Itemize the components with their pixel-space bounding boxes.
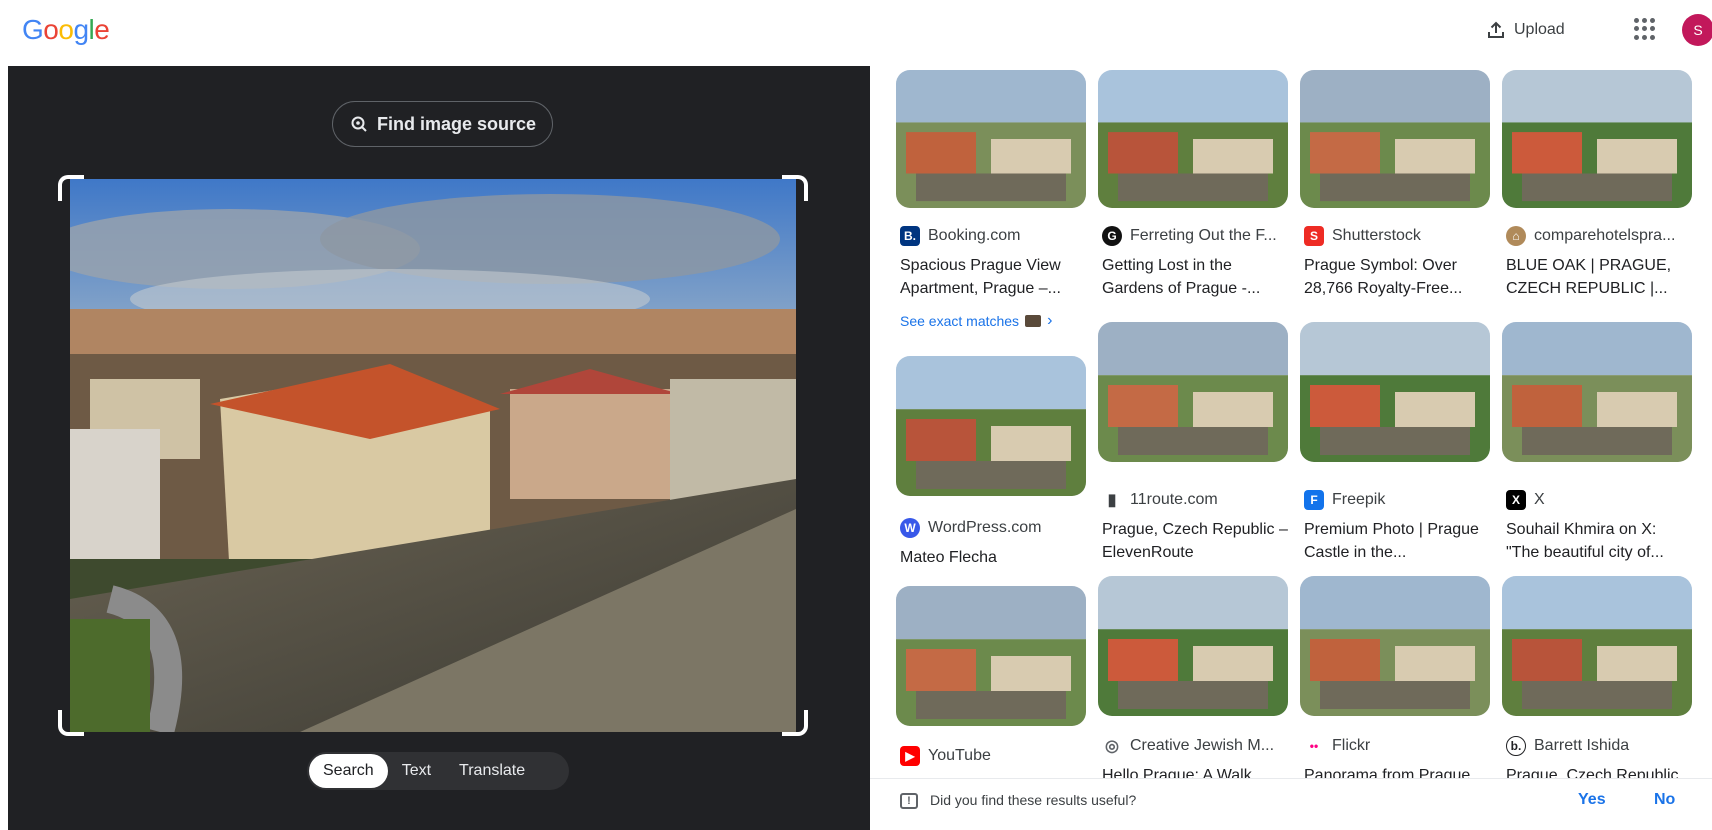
booking-icon: B. (900, 226, 920, 246)
top-bar: Google Upload S (0, 0, 1712, 66)
crop-handle-bottom-left[interactable] (58, 710, 84, 736)
youtube-icon: ▶ (900, 746, 920, 766)
result-title[interactable]: Prague, Czech Republic (1506, 764, 1692, 778)
crop-selection[interactable] (58, 175, 808, 736)
crop-handle-bottom-right[interactable] (782, 710, 808, 736)
result-thumbnail[interactable] (896, 586, 1086, 726)
feedback-bar: ! Did you find these results useful? Yes… (870, 778, 1712, 830)
barrett-icon: b. (1506, 736, 1526, 756)
lens-mode-switcher: Search Text Translate (307, 752, 569, 790)
result-source-label: X (1534, 491, 1545, 508)
feedback-yes-button[interactable]: Yes (1578, 791, 1606, 809)
wordpress-icon: W (900, 518, 920, 538)
feedback-question: Did you find these results useful? (930, 792, 1137, 808)
upload-icon (1488, 21, 1504, 38)
result-source[interactable]: •• Flickr (1304, 736, 1490, 756)
result-title[interactable]: BLUE OAK | PRAGUE, CZECH REPUBLIC |... (1506, 254, 1692, 300)
route-icon: ▮ (1107, 492, 1117, 509)
result-source[interactable]: ◎ Creative Jewish M... (1102, 736, 1288, 756)
logo-letter: e (94, 14, 110, 45)
logo-letter: G (22, 14, 44, 45)
apps-grid-icon[interactable] (1634, 18, 1656, 40)
mode-search[interactable]: Search (309, 754, 388, 788)
result-thumbnail[interactable] (1502, 70, 1692, 208)
lens-panel: Find image source Search Text Translate (8, 66, 870, 830)
result-source[interactable]: G Ferreting Out the F... (1102, 226, 1288, 246)
google-logo[interactable]: Google (22, 14, 110, 46)
result-title[interactable]: Spacious Prague View Apartment, Prague –… (900, 254, 1086, 300)
result-source-label: Freepik (1332, 491, 1386, 508)
result-source[interactable]: XX (1506, 490, 1692, 510)
lens-search-icon (351, 116, 367, 132)
shutterstock-icon: S (1304, 226, 1324, 246)
freepik-icon: F (1304, 490, 1324, 510)
find-image-source-button[interactable]: Find image source (332, 101, 553, 147)
result-source-label: Ferreting Out the F... (1130, 227, 1277, 244)
mode-text[interactable]: Text (388, 754, 445, 788)
result-title[interactable]: Mateo Flecha (900, 546, 1086, 569)
result-thumbnail[interactable] (1300, 70, 1490, 208)
result-source-label: Shutterstock (1332, 227, 1421, 244)
ferreting-icon: G (1102, 226, 1122, 246)
result-source[interactable]: ▮ 11route.com (1102, 490, 1288, 510)
result-source-label: Flickr (1332, 737, 1371, 754)
result-title[interactable]: Getting Lost in the Gardens of Prague -.… (1102, 254, 1288, 300)
result-source-label: Barrett Ishida (1534, 737, 1630, 754)
globe-icon: ◎ (1105, 738, 1119, 755)
logo-letter: o (58, 14, 74, 45)
upload-label: Upload (1514, 21, 1565, 38)
avatar[interactable]: S (1682, 14, 1712, 46)
result-thumbnail[interactable] (1300, 576, 1490, 716)
find-image-source-label: Find image source (376, 113, 537, 134)
result-title[interactable]: Hello Prague: A Walk (1102, 764, 1288, 778)
result-source[interactable]: ▶ YouTube (900, 746, 1086, 766)
result-source[interactable]: B. Booking.com (900, 226, 1086, 246)
comparehotels-icon: ⌂ (1506, 226, 1526, 246)
crop-handle-top-right[interactable] (782, 175, 808, 201)
query-image (70, 179, 796, 732)
chevron-right-icon: › (1047, 312, 1053, 329)
see-exact-matches-label: See exact matches (900, 313, 1020, 329)
result-thumbnail[interactable] (1098, 70, 1288, 208)
result-thumbnail[interactable] (1300, 322, 1490, 462)
logo-letter: g (73, 14, 89, 45)
result-title[interactable]: Panorama from Prague (1304, 764, 1490, 778)
mode-translate[interactable]: Translate (445, 754, 539, 788)
result-source[interactable]: b. Barrett Ishida (1506, 736, 1692, 756)
result-source[interactable]: W WordPress.com (900, 518, 1086, 538)
result-source-label: WordPress.com (928, 519, 1042, 536)
result-source[interactable]: S Shutterstock (1304, 226, 1490, 246)
result-title[interactable]: Premium Photo | Prague Castle in the... (1304, 518, 1490, 564)
result-thumbnail[interactable] (1502, 322, 1692, 462)
result-source[interactable]: F Freepik (1304, 490, 1490, 510)
result-thumbnail[interactable] (1098, 322, 1288, 462)
result-source-label: Creative Jewish M... (1130, 737, 1275, 754)
result-title[interactable]: Souhail Khmira on X: "The beautiful city… (1506, 518, 1692, 564)
result-thumbnail[interactable] (896, 356, 1086, 496)
result-source[interactable]: ⌂ comparehotelspra... (1506, 226, 1692, 246)
feedback-no-button[interactable]: No (1654, 791, 1675, 809)
logo-letter: o (43, 14, 59, 45)
exact-match-thumb-icon (1025, 315, 1042, 327)
result-title[interactable]: Prague, Czech Republic – ElevenRoute (1102, 518, 1288, 564)
crop-handle-top-left[interactable] (58, 175, 84, 201)
see-exact-matches-link[interactable]: See exact matches › (900, 312, 1052, 330)
x-icon: X (1506, 490, 1526, 510)
result-thumbnail[interactable] (1098, 576, 1288, 716)
result-source-label: YouTube (928, 747, 991, 764)
visual-matches-grid: B. Booking.com Spacious Prague View Apartm… (870, 66, 1712, 778)
flickr-icon: •• (1309, 739, 1319, 753)
feedback-icon: ! (900, 793, 918, 809)
result-thumbnail[interactable] (1502, 576, 1692, 716)
result-source-label: 11route.com (1130, 491, 1218, 508)
result-thumbnail[interactable] (896, 70, 1086, 208)
result-source-label: comparehotelspra... (1534, 227, 1676, 244)
result-source-label: Booking.com (928, 227, 1021, 244)
upload-button[interactable]: Upload (1486, 16, 1565, 44)
result-title[interactable]: Prague Symbol: Over 28,766 Royalty-Free.… (1304, 254, 1490, 300)
